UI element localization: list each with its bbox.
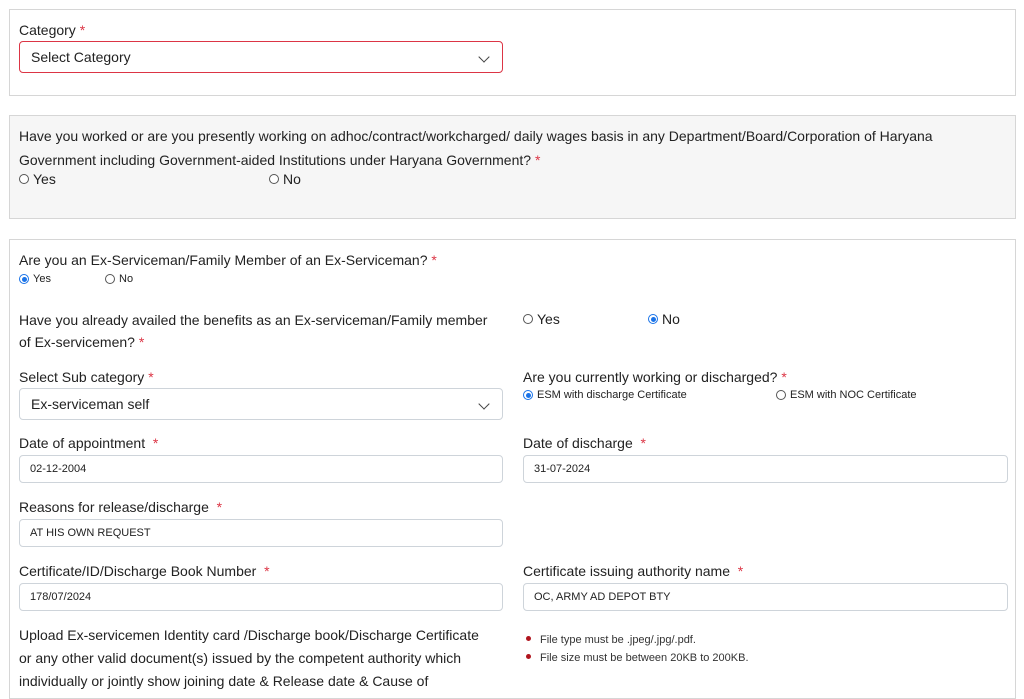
adhoc-yes-radio[interactable]: Yes bbox=[19, 171, 56, 187]
release-reason-input[interactable]: AT HIS OWN REQUEST bbox=[19, 519, 503, 547]
date-of-appointment-label: Date of appointment * bbox=[19, 435, 159, 451]
upload-instructions-line2: or any other valid document(s) issued by… bbox=[19, 650, 462, 666]
radio-circle bbox=[105, 274, 115, 284]
file-size-note: File size must be between 20KB to 200KB. bbox=[540, 652, 749, 664]
sub-category-label: Select Sub category * bbox=[19, 369, 154, 385]
upload-instructions-line3: individually or jointly show joining dat… bbox=[19, 673, 429, 689]
esm-question: Are you an Ex-Serviceman/Family Member o… bbox=[19, 252, 437, 268]
sub-category-selected-value: Ex-serviceman self bbox=[31, 396, 150, 412]
category-selected-value: Select Category bbox=[31, 49, 131, 65]
category-label: Category * bbox=[19, 22, 86, 38]
bullet-icon bbox=[526, 654, 531, 659]
sub-category-select[interactable]: Ex-serviceman self bbox=[19, 388, 503, 420]
date-of-appointment-input[interactable]: 02-12-2004 bbox=[19, 455, 503, 483]
issuing-authority-input[interactable]: OC, ARMY AD DEPOT BTY bbox=[523, 583, 1008, 611]
radio-circle-checked bbox=[648, 314, 658, 324]
benefits-no-radio[interactable]: No bbox=[648, 311, 680, 327]
discharge-certificate-radio[interactable]: ESM with discharge Certificate bbox=[523, 388, 687, 402]
radio-circle-checked bbox=[19, 274, 29, 284]
radio-circle bbox=[776, 390, 786, 400]
adhoc-no-radio[interactable]: No bbox=[269, 171, 301, 187]
adhoc-question-line2: Government including Government-aided In… bbox=[19, 152, 541, 168]
chevron-down-icon bbox=[478, 398, 490, 410]
radio-circle bbox=[269, 174, 279, 184]
adhoc-question-line1: Have you worked or are you presently wor… bbox=[19, 128, 933, 144]
radio-circle bbox=[19, 174, 29, 184]
benefits-yes-radio[interactable]: Yes bbox=[523, 311, 560, 327]
chevron-down-icon bbox=[478, 51, 490, 63]
noc-certificate-radio[interactable]: ESM with NOC Certificate bbox=[776, 388, 917, 402]
date-of-discharge-input[interactable]: 31-07-2024 bbox=[523, 455, 1008, 483]
category-select[interactable]: Select Category bbox=[19, 41, 503, 73]
working-status-label: Are you currently working or discharged?… bbox=[523, 369, 787, 385]
issuing-authority-label: Certificate issuing authority name * bbox=[523, 563, 744, 579]
esm-no-radio[interactable]: No bbox=[105, 272, 133, 286]
upload-instructions-line1: Upload Ex-servicemen Identity card /Disc… bbox=[19, 627, 479, 643]
benefits-question-line1: Have you already availed the benefits as… bbox=[19, 312, 488, 328]
release-reason-label: Reasons for release/discharge * bbox=[19, 499, 223, 515]
file-type-note: File type must be .jpeg/.jpg/.pdf. bbox=[540, 634, 696, 646]
benefits-question-line2: of Ex-servicemen? * bbox=[19, 334, 145, 350]
certificate-number-label: Certificate/ID/Discharge Book Number * bbox=[19, 563, 270, 579]
esm-yes-radio[interactable]: Yes bbox=[19, 272, 51, 286]
certificate-number-input[interactable]: 178/07/2024 bbox=[19, 583, 503, 611]
radio-circle bbox=[523, 314, 533, 324]
radio-circle-checked bbox=[523, 390, 533, 400]
bullet-icon bbox=[526, 636, 531, 641]
date-of-discharge-label: Date of discharge * bbox=[523, 435, 646, 451]
